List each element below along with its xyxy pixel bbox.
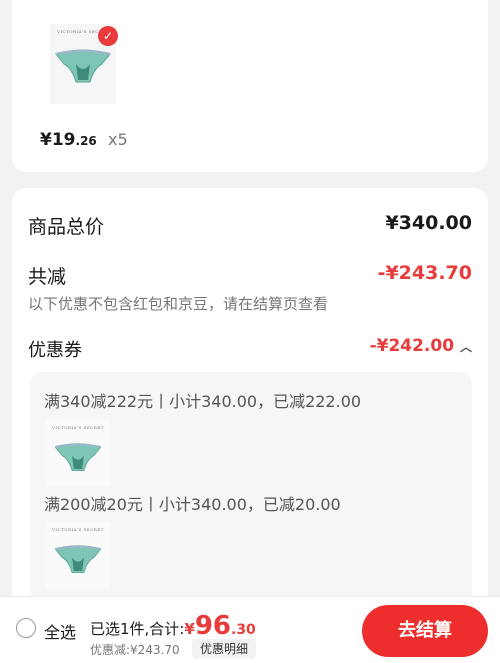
discount-value: -¥243.70: [377, 262, 472, 284]
coupon-label: 优惠券: [28, 340, 82, 361]
price-currency: ¥: [40, 130, 52, 150]
product-price: ¥19.26: [40, 130, 97, 150]
coupon-product-thumbnail-2[interactable]: VICTORIA'S SECRET: [46, 522, 110, 588]
chevron-up-icon: ︿: [459, 340, 472, 354]
total-currency: ¥: [184, 620, 195, 638]
coupon-product-brand-2: VICTORIA'S SECRET: [52, 527, 104, 532]
checkout-bar: 全选 已选1件,合计:¥96.30 优惠减:¥243.70 优惠明细 去结算: [0, 596, 500, 663]
product-image-icon: [55, 49, 111, 83]
cart-item-card: VICTORIA'S SECRET ✓ ¥19.26 x5: [12, 0, 488, 172]
total-decimal: .30: [231, 622, 256, 638]
coupon-rule-2: 满200减20元丨小计340.00，已减20.00: [44, 495, 341, 514]
total-price-label: 商品总价: [28, 216, 105, 238]
selected-count-text: 已选1件,合计:: [90, 620, 185, 638]
checkout-button[interactable]: 去结算: [362, 605, 488, 657]
total-price-value: ¥340.00: [385, 212, 472, 234]
discount-label: 共减: [28, 266, 67, 288]
selected-check-icon[interactable]: ✓: [98, 26, 118, 46]
coupon-product-thumbnail-1[interactable]: VICTORIA'S SECRET: [46, 420, 110, 486]
coupon-value: -¥242.00: [369, 336, 455, 356]
product-image-icon: [54, 443, 102, 472]
saved-amount: 优惠减:¥243.70: [90, 643, 180, 657]
select-all-radio[interactable]: [16, 618, 36, 638]
total-integer: 96: [194, 611, 231, 641]
coupon-rule-1: 满340减222元丨小计340.00，已减222.00: [44, 392, 362, 411]
coupon-toggle[interactable]: -¥242.00 ︿: [370, 336, 472, 356]
price-integer: 19: [51, 130, 76, 150]
product-image-icon: [54, 545, 102, 574]
discount-note: 以下优惠不包含红包和京豆，请在结算页查看: [28, 295, 329, 313]
select-all-label[interactable]: 全选: [44, 619, 76, 643]
selected-summary: 已选1件,合计:¥96.30: [90, 611, 256, 641]
price-decimal: .26: [75, 134, 97, 148]
product-quantity: x5: [108, 130, 128, 149]
discount-detail-button[interactable]: 优惠明细: [192, 639, 257, 659]
coupon-product-brand-1: VICTORIA'S SECRET: [52, 425, 104, 430]
